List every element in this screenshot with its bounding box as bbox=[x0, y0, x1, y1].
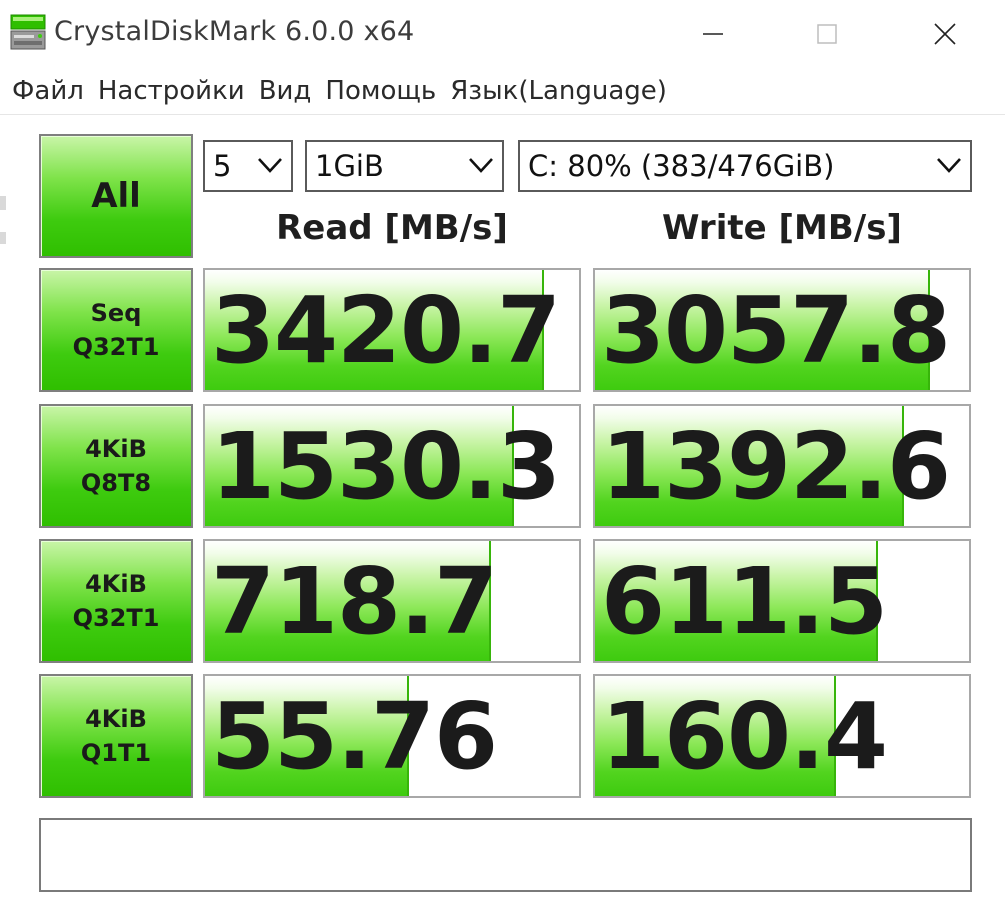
read-value: 1530.3 bbox=[211, 412, 561, 520]
chevron-down-icon bbox=[469, 158, 493, 173]
test-seq-q32t1-button[interactable]: Seq Q32T1 bbox=[39, 268, 193, 392]
menu-settings[interactable]: Настройки bbox=[91, 76, 252, 106]
minimize-icon bbox=[703, 33, 723, 35]
test-4kib-q8t8-button[interactable]: 4KiB Q8T8 bbox=[39, 404, 193, 528]
menu-file[interactable]: Файл bbox=[0, 76, 91, 106]
result-cell-read: 1530.3 bbox=[203, 404, 581, 528]
app-window: CrystalDiskMark 6.0.0 x64 Файл Настройки… bbox=[0, 0, 1005, 914]
write-value: 1392.6 bbox=[601, 412, 951, 520]
chevron-down-icon bbox=[937, 158, 961, 173]
test-label-line1: 4KiB bbox=[85, 570, 147, 598]
all-button[interactable]: All bbox=[39, 134, 193, 258]
menu-view[interactable]: Вид bbox=[252, 76, 319, 106]
result-cell-write: 1392.6 bbox=[593, 404, 971, 528]
disk-icon bbox=[10, 14, 46, 50]
menu-language[interactable]: Язык(Language) bbox=[443, 76, 674, 106]
drive-value: C: 80% (383/476GiB) bbox=[528, 149, 835, 183]
test-size-select[interactable]: 1GiB bbox=[305, 140, 504, 192]
write-value: 611.5 bbox=[601, 547, 888, 655]
background-window-edge bbox=[0, 232, 6, 244]
read-header: Read [MB/s] bbox=[276, 208, 508, 248]
test-count-value: 5 bbox=[213, 149, 232, 183]
close-button[interactable] bbox=[890, 0, 1000, 68]
minimize-button[interactable] bbox=[658, 0, 768, 68]
test-label-line2: Q1T1 bbox=[80, 739, 152, 767]
chevron-down-icon bbox=[258, 158, 282, 173]
test-label-line1: Seq bbox=[90, 299, 142, 327]
read-value: 718.7 bbox=[211, 547, 498, 655]
result-cell-read: 3420.7 bbox=[203, 268, 581, 392]
test-count-select[interactable]: 5 bbox=[203, 140, 293, 192]
test-4kib-q32t1-button[interactable]: 4KiB Q32T1 bbox=[39, 539, 193, 663]
write-value: 3057.8 bbox=[601, 276, 951, 384]
background-window-edge bbox=[0, 196, 6, 210]
result-cell-read: 718.7 bbox=[203, 539, 581, 663]
maximize-icon bbox=[817, 24, 837, 44]
test-label-line2: Q32T1 bbox=[72, 333, 160, 361]
comment-input[interactable] bbox=[39, 818, 972, 892]
result-cell-write: 160.4 bbox=[593, 674, 971, 798]
test-size-value: 1GiB bbox=[315, 149, 384, 183]
window-title: CrystalDiskMark 6.0.0 x64 bbox=[54, 16, 415, 47]
result-cell-write: 3057.8 bbox=[593, 268, 971, 392]
test-label-line1: 4KiB bbox=[85, 705, 147, 733]
drive-select[interactable]: C: 80% (383/476GiB) bbox=[518, 140, 972, 192]
result-cell-write: 611.5 bbox=[593, 539, 971, 663]
maximize-button[interactable] bbox=[772, 0, 882, 68]
title-bar[interactable]: CrystalDiskMark 6.0.0 x64 bbox=[0, 0, 1005, 68]
write-value: 160.4 bbox=[601, 682, 888, 790]
write-header: Write [MB/s] bbox=[662, 208, 902, 248]
test-label-line2: Q32T1 bbox=[72, 604, 160, 632]
result-cell-read: 55.76 bbox=[203, 674, 581, 798]
menu-help[interactable]: Помощь bbox=[318, 76, 443, 106]
test-4kib-q1t1-button[interactable]: 4KiB Q1T1 bbox=[39, 674, 193, 798]
close-icon bbox=[934, 23, 956, 45]
read-value: 3420.7 bbox=[211, 276, 561, 384]
menu-bar: Файл Настройки Вид Помощь Язык(Language) bbox=[0, 68, 1005, 115]
read-value: 55.76 bbox=[211, 682, 498, 790]
test-label-line1: 4KiB bbox=[85, 435, 147, 463]
test-label-line2: Q8T8 bbox=[80, 469, 152, 497]
